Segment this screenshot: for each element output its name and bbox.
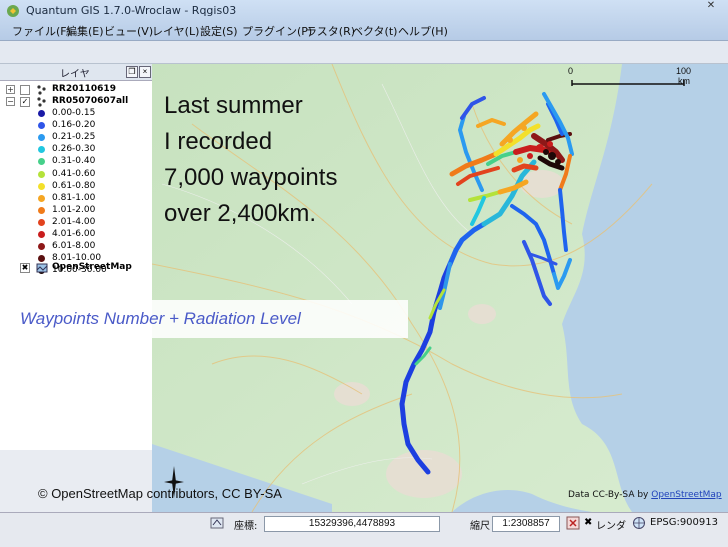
layers-panel-header: レイヤ ❐ × [0, 64, 152, 81]
layer-row[interactable]: 4.01-6.00 [0, 229, 150, 241]
headline-line-1: Last summer [164, 92, 303, 119]
layer-row[interactable]: − ✓ RR05070607all [0, 96, 150, 108]
layer-row[interactable]: 1.01-2.00 [0, 205, 150, 217]
osm-credit: © OpenStreetMap contributors, CC BY-SA [38, 486, 282, 501]
layer-row[interactable]: 0.41-0.60 [0, 169, 150, 181]
legend-color-swatch [38, 122, 45, 130]
coordinate-field[interactable]: 15329396,4478893 [264, 516, 440, 532]
collapse-icon[interactable]: − [6, 97, 15, 106]
layer-row[interactable]: + RR20110619 [0, 84, 150, 96]
layer-name: 0.26-0.30 [52, 144, 96, 155]
menu-layer[interactable]: レイヤ(L) [152, 23, 199, 39]
scale-label-left: 0 [568, 66, 574, 76]
legend-color-swatch [38, 194, 45, 202]
layer-name: 0.31-0.40 [52, 156, 96, 167]
menu-view[interactable]: ビュー(V) [104, 23, 153, 39]
scale-label-right: 100 [676, 66, 692, 76]
headline-line-3: 7,000 waypoints [164, 164, 338, 191]
legend-color-swatch [38, 231, 45, 238]
toolbar [0, 41, 728, 64]
layer-row[interactable]: 0.16-0.20 [0, 120, 150, 132]
layer-row[interactable]: 2.01-4.00 [0, 217, 150, 229]
scale-unit: km [678, 76, 690, 86]
legend-color-swatch [38, 182, 45, 190]
stop-render-icon[interactable] [566, 516, 580, 530]
layer-row[interactable]: 0.81-1.00 [0, 193, 150, 205]
qgis-app-icon [7, 5, 19, 17]
layer-row[interactable]: 0.31-0.40 [0, 156, 150, 168]
legend-color-swatch [38, 158, 45, 166]
layer-row[interactable]: ✖ OpenStreetMap [0, 262, 150, 274]
headline-line-2: I recorded [164, 128, 273, 155]
legend-color-swatch [38, 110, 45, 117]
menu-plugins[interactable]: プラグイン(P) [242, 23, 312, 39]
raster-layer-icon [36, 263, 48, 273]
coordinate-label: 座標: [234, 521, 258, 532]
menu-help[interactable]: ヘルプ(H) [398, 23, 448, 39]
layer-name: RR05070607all [52, 96, 129, 106]
menu-edit[interactable]: 編集(E) [66, 23, 104, 39]
layer-name: 0.16-0.20 [52, 120, 96, 131]
layer-row[interactable]: 0.00-0.15 [0, 108, 150, 120]
layer-name: 0.81-1.00 [52, 192, 96, 203]
layer-row[interactable]: 0.26-0.30 [0, 144, 150, 156]
crs-icon[interactable] [632, 516, 646, 530]
attribution-link[interactable]: OpenStreetMap [651, 490, 721, 500]
layer-name: 2.01-4.00 [52, 216, 96, 227]
headline-line-4: over 2,400km. [164, 200, 317, 227]
render-label: レンダ [596, 521, 626, 532]
legend-color-swatch [38, 218, 45, 226]
layer-visibility-checkbox[interactable]: ✓ [20, 97, 30, 107]
layers-panel-title: レイヤ [60, 69, 90, 80]
layer-name: 0.21-0.25 [52, 132, 96, 143]
float-panel-icon[interactable]: ❐ [126, 66, 138, 78]
layer-name: 0.41-0.60 [52, 168, 96, 179]
legend-color-swatch [38, 170, 45, 178]
scale-label: 縮尺 [470, 521, 490, 532]
layer-name: 6.01-8.00 [52, 241, 96, 252]
render-checkbox[interactable]: ✖ [584, 517, 592, 528]
layer-name: OpenStreetMap [52, 262, 132, 272]
map-attribution: Data CC-By-SA by OpenStreetMap [568, 490, 722, 500]
close-panel-icon[interactable]: × [139, 66, 151, 78]
attribution-prefix: Data CC-By-SA by [568, 490, 652, 500]
point-layer-icon [37, 85, 46, 95]
layer-visibility-checkbox[interactable]: ✖ [20, 263, 30, 273]
layer-visibility-checkbox[interactable] [20, 85, 30, 95]
slide-headline: Last summer I recorded 7,000 waypoints o… [164, 88, 337, 232]
layer-name: 4.01-6.00 [52, 229, 96, 239]
layer-name: 0.00-0.15 [52, 108, 96, 118]
menu-vector[interactable]: ベクタ(t) [352, 23, 397, 39]
layer-row[interactable]: 0.21-0.25 [0, 132, 150, 144]
expand-icon[interactable]: + [6, 85, 15, 94]
menu-settings[interactable]: 設定(S) [200, 23, 238, 39]
pan-icon[interactable] [210, 516, 224, 530]
layer-name: RR20110619 [52, 84, 116, 94]
layer-row[interactable]: 6.01-8.00 [0, 241, 150, 253]
close-icon[interactable]: ✕ [700, 0, 722, 13]
legend-color-swatch [38, 243, 45, 251]
layer-name: 0.61-0.80 [52, 180, 96, 191]
menu-raster[interactable]: ラスタ(R) [306, 23, 355, 39]
point-layer-icon [37, 97, 46, 107]
legend-color-swatch [38, 146, 45, 154]
layer-name: 1.01-2.00 [52, 204, 96, 215]
legend-color-swatch [38, 206, 45, 214]
qgis-window: Quantum GIS 1.7.0-Wroclaw - Rqgis03 ✕ ファ… [0, 0, 728, 547]
legend-color-swatch [38, 134, 45, 142]
title-bar: Quantum GIS 1.7.0-Wroclaw - Rqgis03 ✕ ファ… [0, 0, 728, 41]
menu-file[interactable]: ファイル(F) [12, 23, 71, 39]
layer-row[interactable]: 0.61-0.80 [0, 181, 150, 193]
window-title: Quantum GIS 1.7.0-Wroclaw - Rqgis03 [26, 4, 237, 17]
banner-text: Waypoints Number + Radiation Level [20, 309, 301, 328]
crs-label[interactable]: EPSG:900913 [650, 517, 718, 528]
scale-field[interactable]: 1:2308857 [492, 516, 560, 532]
menu-bar: ファイル(F) 編集(E) ビュー(V) レイヤ(L) 設定(S) プラグイン(… [0, 20, 728, 40]
legend-banner: Waypoints Number + Radiation Level [0, 300, 408, 338]
scale-bar [571, 80, 685, 86]
status-bar: 座標: 15329396,4478893 縮尺 1:2308857 ✖ レンダ … [0, 512, 728, 547]
